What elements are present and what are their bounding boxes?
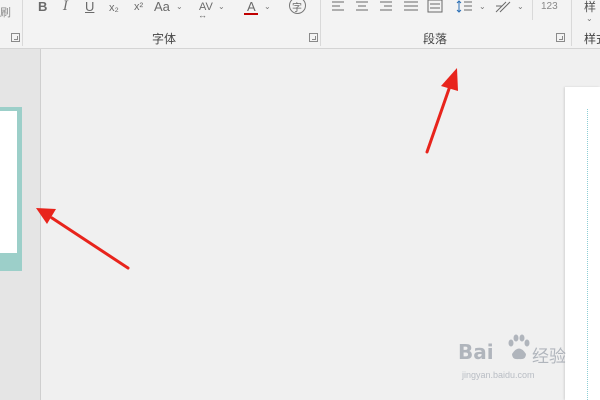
arrow-to-thumbnail-panel: [36, 208, 130, 270]
watermark-url: jingyan.baidu.com: [462, 370, 535, 380]
baidu-jingyan-watermark: Bai 经验 jingyan.baidu.com: [450, 332, 570, 387]
arrow-to-paragraph-group: [425, 68, 458, 154]
paw-icon: [508, 334, 530, 360]
watermark-brand-text: 经验: [532, 347, 566, 367]
watermark-logo-text: Bai: [458, 340, 494, 364]
